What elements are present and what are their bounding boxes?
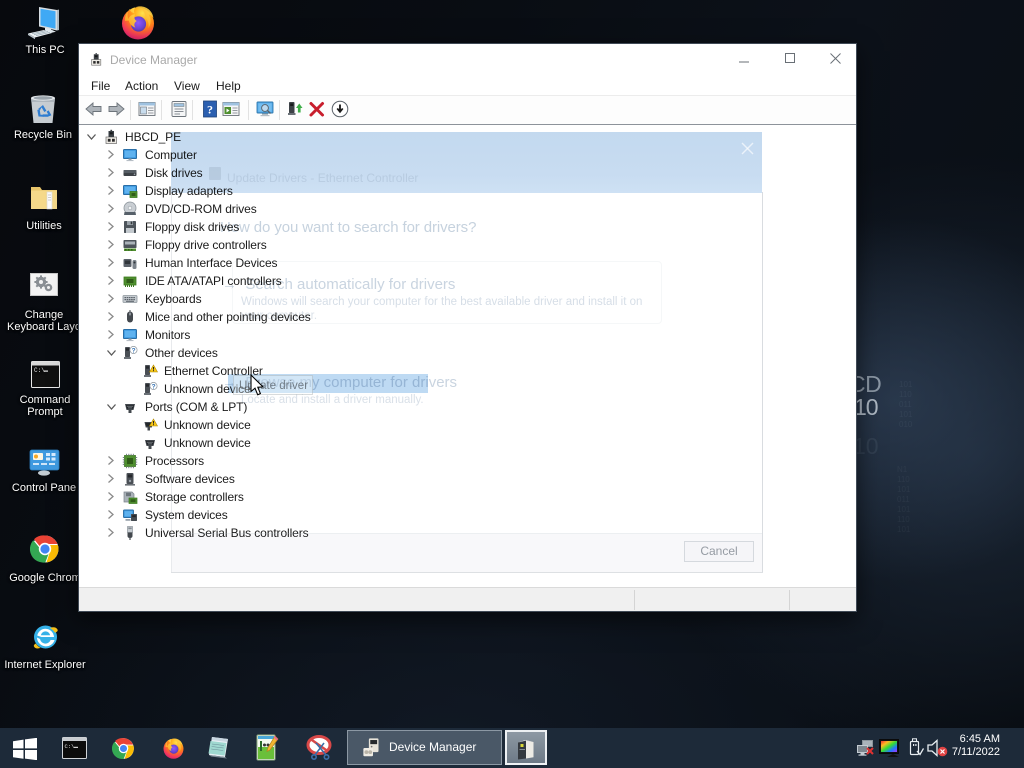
svg-text:?: ? bbox=[152, 383, 156, 390]
svg-text:?: ? bbox=[207, 103, 213, 117]
svg-text:C:\: C:\ bbox=[34, 367, 45, 374]
svg-text:?: ? bbox=[132, 347, 136, 354]
svg-text:C:\: C:\ bbox=[65, 743, 75, 750]
